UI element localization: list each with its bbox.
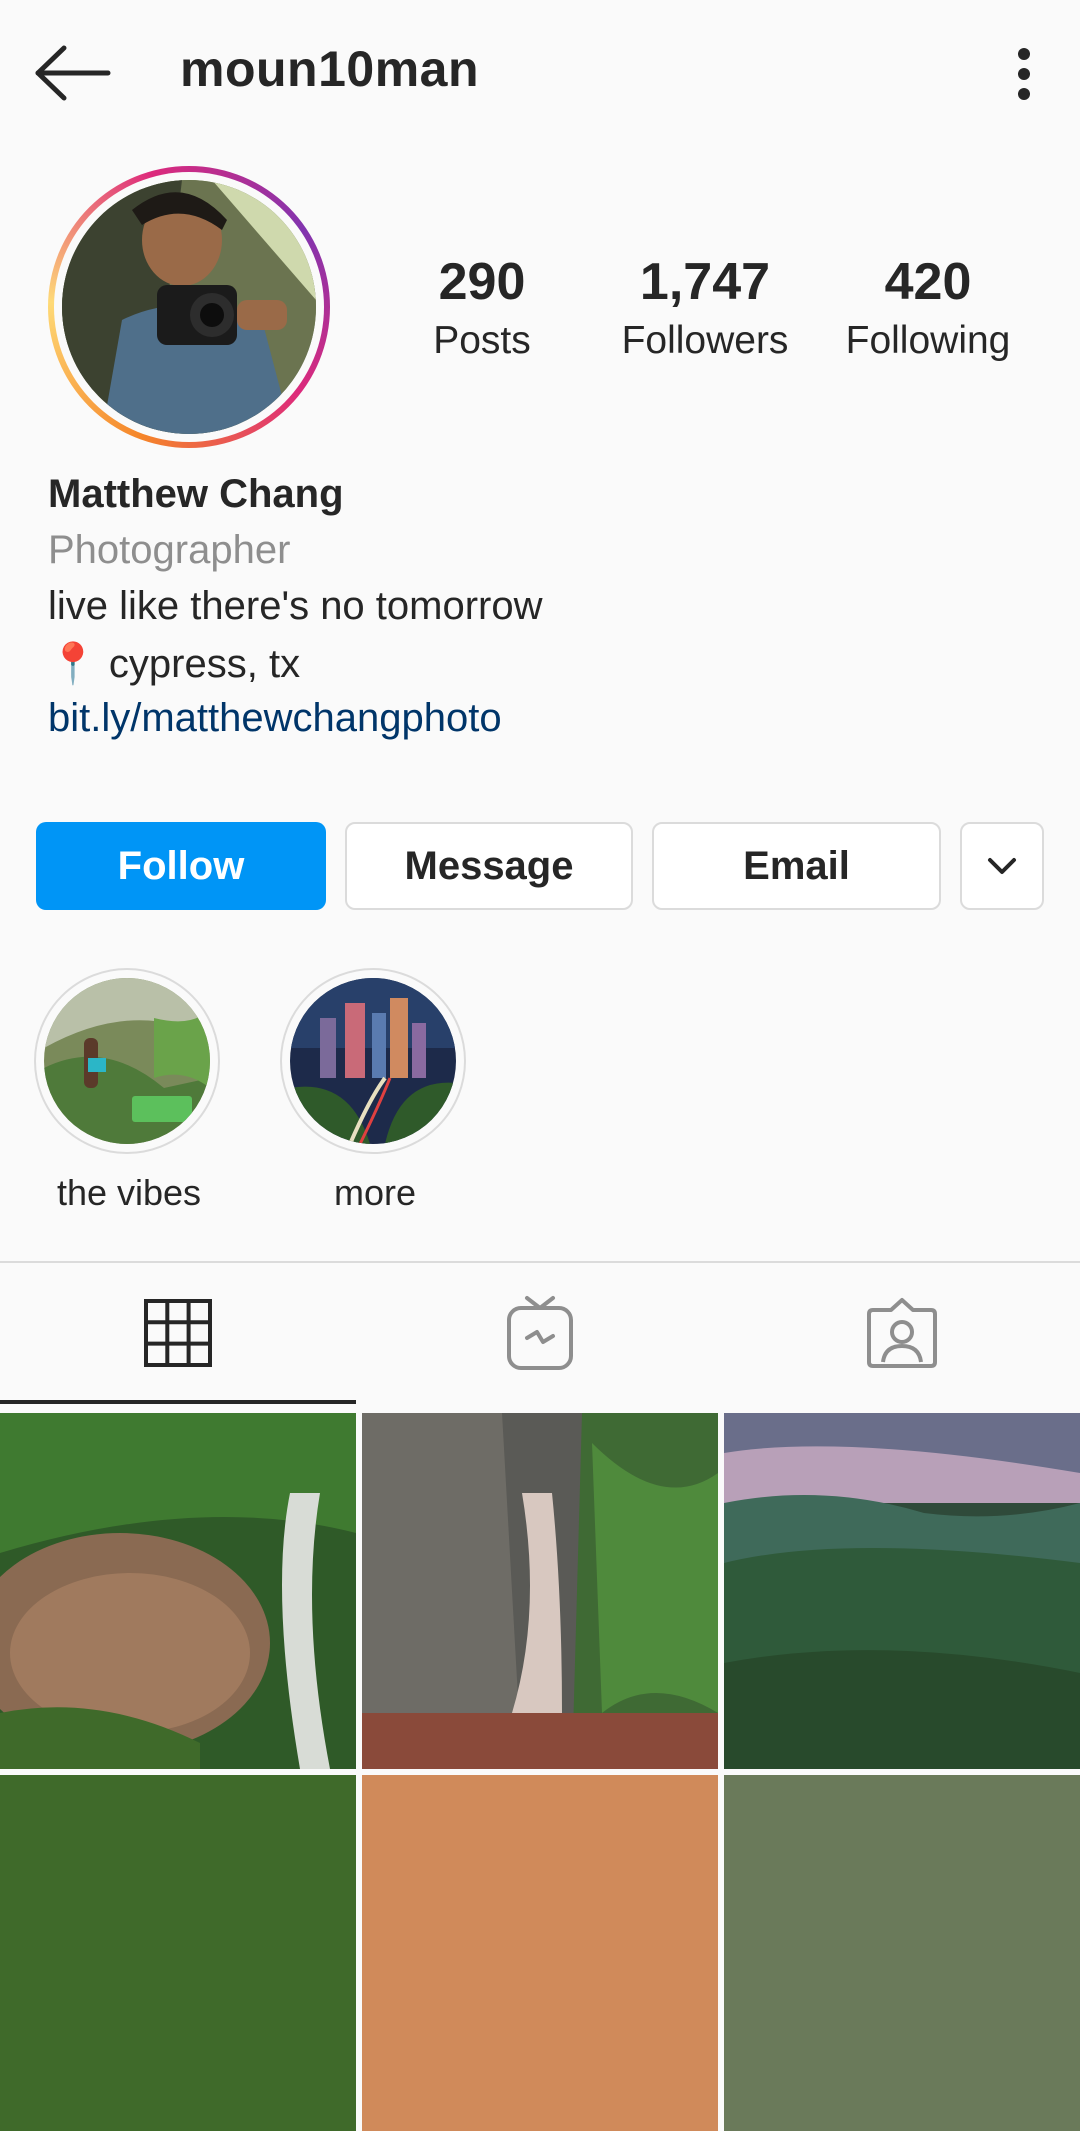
profile-website-link[interactable]: bit.ly/matthewchangphoto [48, 696, 502, 741]
posts-count: 290 [438, 253, 526, 311]
following-count: 420 [884, 253, 972, 311]
post-thumbnail [362, 1413, 718, 1769]
profile-category: Photographer [48, 528, 291, 572]
post-thumbnail [0, 1413, 356, 1769]
more-options-button[interactable] [1000, 44, 1048, 104]
profile-avatar[interactable] [48, 166, 330, 448]
suggested-accounts-button[interactable] [960, 822, 1044, 910]
top-bar: moun10man [0, 0, 1080, 140]
highlight-cover-image [44, 978, 210, 1144]
grid-post[interactable] [362, 1413, 718, 1769]
stat-following[interactable]: 420 Following [828, 250, 1028, 366]
highlight-cover-image [290, 978, 456, 1144]
post-thumbnail [362, 1775, 718, 2131]
tab-igtv[interactable] [362, 1263, 718, 1403]
profile-bio: live like there's no tomorrow [48, 584, 543, 628]
grid-post[interactable] [0, 1413, 356, 1769]
back-arrow-icon [35, 45, 111, 101]
profile-location: 📍 cypress, tx [48, 642, 301, 686]
stat-followers[interactable]: 1,747 Followers [605, 250, 805, 366]
tab-tagged[interactable] [724, 1263, 1080, 1403]
chevron-down-icon [988, 858, 1016, 874]
grid-icon [144, 1299, 212, 1367]
post-thumbnail [724, 1775, 1080, 2131]
avatar-photo [62, 180, 316, 434]
post-thumbnail [724, 1413, 1080, 1769]
back-button[interactable] [28, 38, 118, 108]
active-tab-indicator [0, 1400, 356, 1404]
following-label: Following [845, 319, 1011, 362]
igtv-icon [507, 1296, 573, 1370]
profile-full-name: Matthew Chang [48, 472, 344, 516]
highlight-the-vibes[interactable]: the vibes [34, 968, 224, 1214]
grid-post[interactable] [724, 1413, 1080, 1769]
post-thumbnail [0, 1775, 356, 2131]
profile-username: moun10man [180, 41, 480, 97]
follow-button[interactable]: Follow [36, 822, 326, 910]
followers-count: 1,747 [639, 253, 771, 311]
more-vertical-icon [1018, 48, 1030, 100]
highlight-label: the vibes [56, 1172, 202, 1213]
grid-post[interactable] [0, 1775, 356, 2131]
avatar-image [62, 180, 316, 434]
message-button[interactable]: Message [345, 822, 633, 910]
highlight-label: more [333, 1172, 417, 1213]
posts-label: Posts [433, 319, 531, 362]
email-button[interactable]: Email [652, 822, 941, 910]
tab-posts-grid[interactable] [0, 1263, 356, 1403]
highlight-more[interactable]: more [280, 968, 470, 1214]
followers-label: Followers [621, 319, 789, 362]
grid-post[interactable] [724, 1775, 1080, 2131]
tagged-person-icon [867, 1298, 937, 1368]
stat-posts[interactable]: 290 Posts [382, 250, 582, 366]
grid-post[interactable] [362, 1775, 718, 2131]
